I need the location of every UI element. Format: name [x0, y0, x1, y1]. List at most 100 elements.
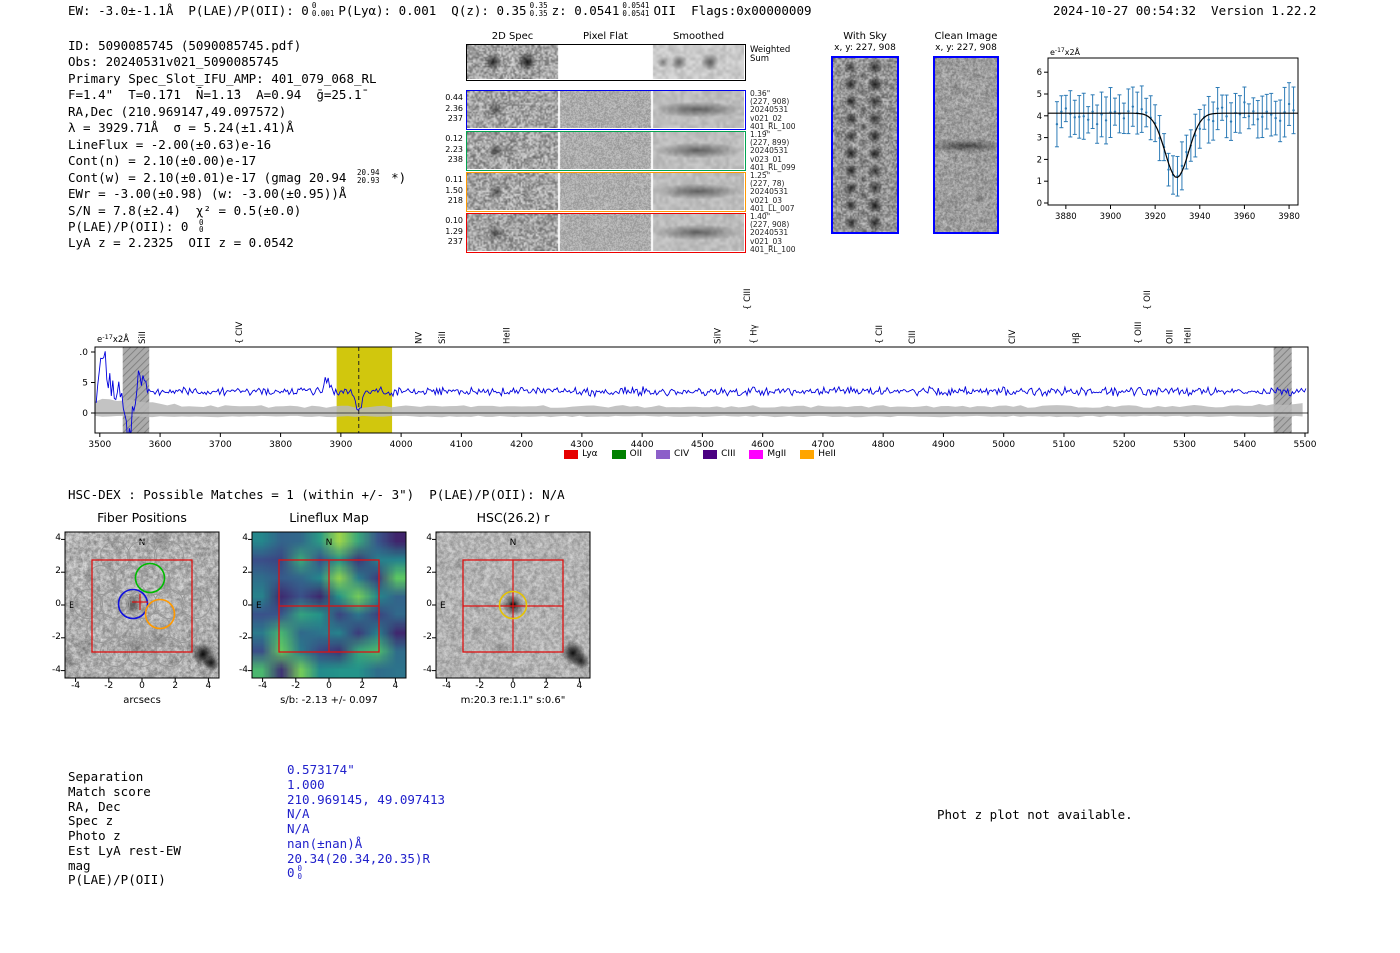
legend-label: CIII: [721, 449, 736, 459]
y-tick-label: 0: [55, 599, 61, 609]
x-tick-label: 4900: [932, 440, 955, 450]
legend-item: HeII: [800, 449, 836, 459]
cutout-overlay: NE: [61, 531, 220, 682]
y-tick-label: -4: [52, 664, 61, 675]
x-tick-label: -2: [104, 681, 114, 691]
emission-line-label: { Hγ: [750, 324, 760, 344]
x-tick-label: 3980: [1278, 212, 1300, 222]
spec2d-row-id: 1.25" (227, 78) 20240531 v021_03 401_LL_007: [750, 171, 804, 213]
info-lambda-sigma: λ = 3929.71Å σ = 5.24(±1.41)Å: [68, 120, 294, 136]
data-point: [1243, 101, 1246, 104]
spec2d-row: [466, 172, 746, 212]
info-radec: RA,Dec (210.969147,49.097572): [68, 103, 287, 119]
legend-label: OII: [629, 449, 643, 459]
masked-band: [122, 347, 150, 433]
sub: 0.001: [311, 8, 335, 18]
data-point: [1287, 102, 1291, 106]
spec2d-row-stats: 0.44 2.36 237: [437, 93, 463, 125]
legend-label: Lyα: [582, 449, 598, 459]
spec2d-canvas: [467, 91, 744, 128]
legend-item: Lyα: [564, 449, 598, 459]
y-tick-label: 2: [1037, 155, 1042, 165]
match-row-value: 20.34(20.34,20.35)R: [287, 850, 430, 866]
data-point: [1082, 115, 1085, 118]
cutout-overlay: NE: [432, 531, 591, 682]
cutout-hsc-r: HSC(26.2) r NE m:20.3 re:1.1" s:0.6" -4-…: [406, 510, 620, 722]
legend-label: CIV: [674, 449, 690, 459]
cutout-fiber-positions: Fiber Positions NE arcsecs -4 -2 0 2 4 4 2 0 -2 -…: [35, 510, 249, 722]
info-seeing: F=1.4" T=0.1̄71 N̄=1.1̄3 A=0.94 ḡ=25.1̄: [68, 87, 362, 103]
sub: 0: [297, 871, 303, 881]
x-tick-label: 3920: [1144, 212, 1166, 222]
emission-line-label: OIII: [1165, 330, 1175, 344]
header-ew: EW: -3.0±-1.1Å P(LAE)/P(OII): 0: [68, 3, 309, 18]
info-lineflux: LineFlux = -2.00(±0.63)e-16: [68, 136, 272, 152]
spec2d-row-id: 0.36" (227, 908) 20240531 v021_02 401_RL_100: [750, 89, 804, 131]
match-row-label: mag: [68, 857, 91, 873]
spectrum-legend: Lyα OII CIV CIII MgII HeII: [480, 449, 920, 459]
y-tick-label: 6: [1037, 68, 1042, 78]
data-point: [1060, 110, 1063, 113]
sub: 0: [198, 225, 204, 235]
header-plae-range: 0 0.001: [312, 2, 335, 17]
info-ewr: EWr = -3.00(±0.98) (w: -3.00(±0.95))Å: [68, 186, 347, 202]
x-tick-label: 3700: [209, 440, 232, 450]
tspan: -17: [1055, 47, 1065, 54]
spec2d-col-title-pixelflat: Pixel Flat: [583, 31, 628, 42]
match-row-label: Photo z: [68, 828, 121, 843]
x-tick-label: 3800: [269, 440, 292, 450]
cutout-xlabel: m:20.3 re:1.1" s:0.6": [460, 695, 566, 706]
legend-item: MgII: [749, 449, 786, 459]
spec2d-row: [466, 213, 746, 253]
tspan: -17: [102, 333, 113, 341]
emission-line-label: { CIV: [235, 321, 245, 344]
emission-line-label: { OII: [1143, 290, 1153, 310]
spec2d-row-stats: 0.10 1.29 237: [437, 216, 463, 248]
emission-line-label: NV: [415, 332, 425, 344]
sub: 0.0541: [622, 8, 650, 18]
data-point: [1265, 110, 1268, 113]
match-row-value: N/A: [287, 821, 310, 836]
header-datetime: 2024-10-27 00:54:32 Version 1.22.2: [1053, 3, 1317, 18]
spec2d-row-id: 1.19" (227, 899) 20240531 v023_01 401_RL_099: [750, 130, 804, 172]
clean-image-panel: [933, 56, 999, 234]
x-tick-label: 4: [576, 681, 583, 691]
data-point: [1064, 107, 1068, 110]
x-tick-label: 5400: [1233, 440, 1256, 450]
cutout-lineflux-map: Lineflux Map NE s/b: -2.13 +/- 0.097 -4-…: [222, 510, 436, 722]
plae-prefix: P(LAE)/P(OII): 0: [68, 218, 196, 234]
spec2d-col-title-smoothed: Smoothed: [672, 31, 725, 42]
x-tick-label: 4: [205, 681, 212, 691]
y-tick-label: 3: [1037, 134, 1042, 144]
data-point: [1220, 106, 1224, 109]
hsc-match-line: HSC-DEX : Possible Matches = 1 (within +…: [68, 487, 565, 502]
y-tick-label: 0: [82, 409, 88, 419]
y-tick-label: 2: [242, 566, 248, 577]
x-tick-label: 0: [326, 681, 332, 691]
data-point: [1247, 115, 1251, 118]
y-tick-label: -2: [423, 631, 432, 642]
x-tick-label: -4: [258, 681, 268, 691]
data-point: [1131, 105, 1135, 108]
info-plae: P(LAE)/P(OII): 0 00: [68, 219, 406, 235]
y-tick-label: 4: [426, 533, 432, 544]
emission-line-label: { CIII: [743, 288, 753, 310]
data-point: [1145, 111, 1148, 114]
contw-range: 20.94 20.93: [357, 169, 380, 184]
spec2d-stat: 2.23: [445, 144, 463, 154]
emission-line-label: HeII: [503, 327, 513, 344]
y-tick-label: 10: [80, 348, 88, 358]
data-point: [1252, 110, 1255, 113]
spec2d-row-stats: 0.11 1.50 218: [437, 175, 463, 207]
cutout-title: Fiber Positions: [97, 510, 187, 525]
y-tick-label: 2: [426, 566, 432, 577]
info-redshifts: LyA z = 2.2325 OII z = 0.0542: [68, 235, 294, 251]
match-row-label: Est LyA rest-EW: [68, 842, 181, 858]
data-point: [1261, 115, 1264, 119]
clean-image-coords: x, y: 227, 908: [935, 43, 997, 53]
data-point: [1122, 117, 1126, 120]
legend-swatch: [703, 449, 718, 459]
spec2d-stat: 1.29: [445, 226, 463, 236]
emission-line-label: Hβ: [1072, 332, 1082, 344]
spec2d-canvas: [467, 173, 744, 210]
